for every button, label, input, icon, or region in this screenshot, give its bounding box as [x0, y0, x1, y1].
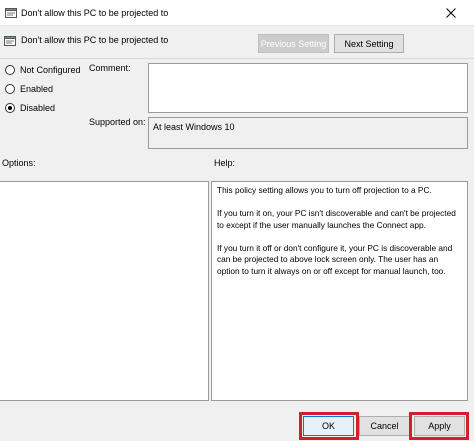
previous-setting-button[interactable]: Previous Setting: [258, 34, 329, 53]
radio-enabled[interactable]: Enabled: [5, 84, 53, 94]
header-divider: [0, 58, 474, 59]
apply-highlight-box: [409, 412, 469, 440]
radio-disabled[interactable]: Disabled: [5, 103, 55, 113]
ok-highlight-box: [299, 412, 359, 440]
radio-not-configured[interactable]: Not Configured: [5, 65, 81, 75]
policy-settings-icon: [5, 8, 17, 18]
radio-label: Not Configured: [20, 65, 81, 75]
options-pane: [0, 181, 209, 401]
close-icon: [446, 8, 456, 18]
help-paragraph: If you turn it on, your PC isn't discove…: [217, 208, 456, 230]
policy-settings-icon: [4, 36, 16, 46]
radio-label: Enabled: [20, 84, 54, 94]
comment-input[interactable]: [148, 63, 468, 113]
title-bar: Don't allow this PC to be projected to: [0, 0, 474, 26]
radio-circle: [5, 84, 15, 94]
help-label: Help:: [214, 158, 236, 168]
supported-on-text: At least Windows 10: [153, 122, 235, 132]
supported-on-label: Supported on:: [89, 117, 146, 127]
help-paragraph: If you turn it off or don't configure it…: [217, 242, 453, 276]
help-pane[interactable]: This policy setting allows you to turn o…: [211, 181, 468, 401]
next-setting-button[interactable]: Next Setting: [334, 34, 404, 53]
comment-label: Comment:: [89, 63, 131, 73]
close-button[interactable]: [428, 0, 474, 26]
supported-on-value: At least Windows 10: [148, 117, 468, 149]
help-paragraph: This policy setting allows you to turn o…: [217, 185, 432, 195]
policy-name: Don't allow this PC to be projected to: [21, 35, 169, 45]
options-label: Options:: [2, 158, 36, 168]
radio-circle: [5, 65, 15, 75]
cancel-button[interactable]: Cancel: [359, 416, 410, 436]
window-title: Don't allow this PC to be projected to: [21, 8, 169, 18]
radio-label: Disabled: [20, 103, 56, 113]
radio-circle: [5, 103, 15, 113]
